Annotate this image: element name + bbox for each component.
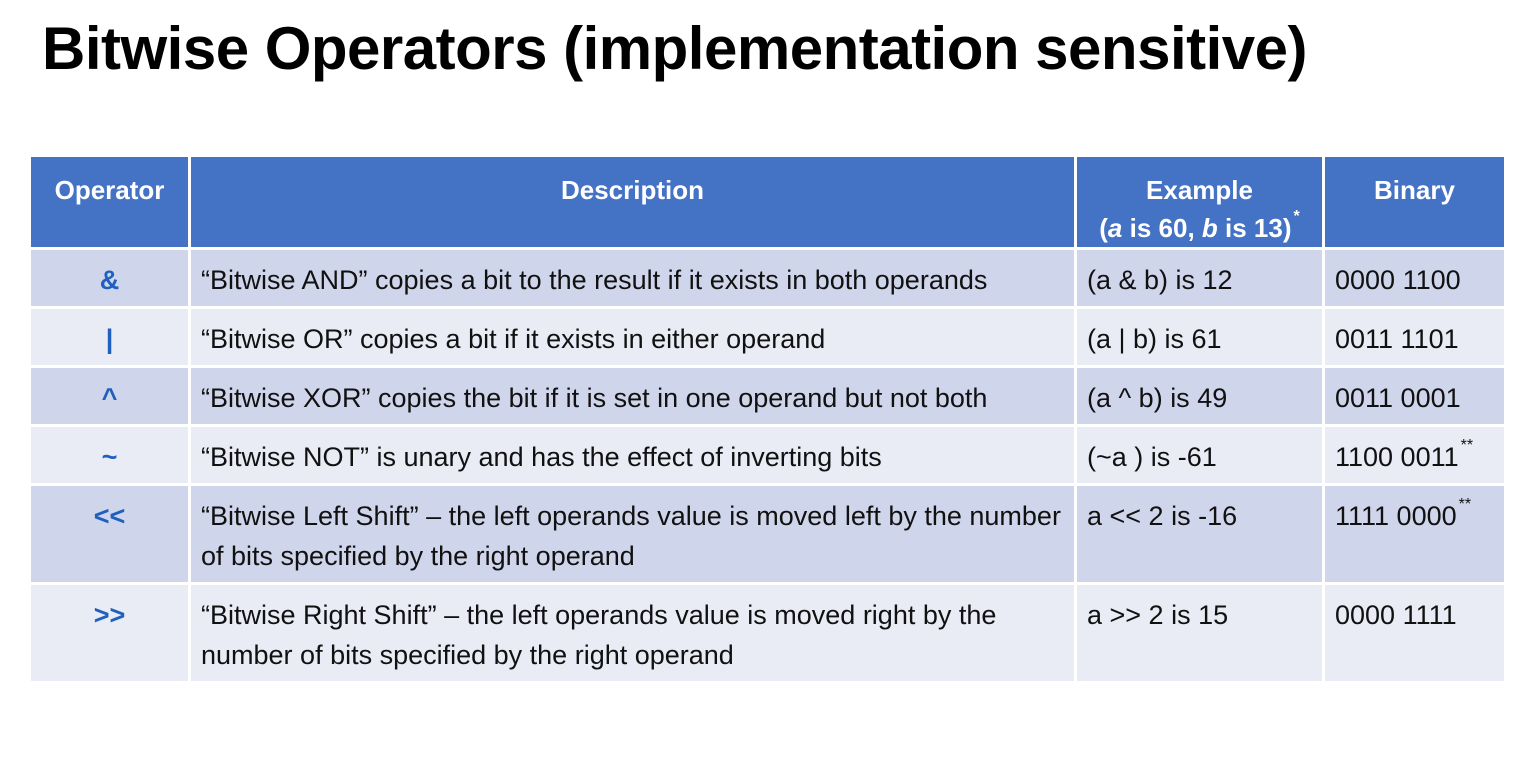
binary-cell-text: 0011 1101 — [1335, 324, 1459, 354]
description-cell-text: “Bitwise OR” copies a bit if it exists i… — [201, 324, 826, 354]
binary-cell: 0000 1100 — [1322, 247, 1507, 309]
description-cell-text: “Bitwise Right Shift” – the left operand… — [201, 600, 997, 670]
table-body: & “Bitwise AND” copies a bit to the resul… — [28, 247, 1507, 684]
description-cell: “Bitwise Right Shift” – the left operand… — [188, 582, 1077, 684]
description-cell: “Bitwise NOT” is unary and has the effec… — [188, 424, 1077, 486]
operator-cell-text: << — [93, 501, 126, 531]
description-cell: “Bitwise Left Shift” – the left operands… — [188, 483, 1077, 585]
binary-cell: 0011 1101 — [1322, 306, 1507, 368]
binary-cell-text: 0000 1100 — [1335, 265, 1461, 295]
operator-cell-text: | — [105, 324, 114, 354]
description-cell: “Bitwise AND” copies a bit to the result… — [188, 247, 1077, 309]
operator-cell-text: & — [99, 265, 120, 295]
example-cell: (a ^ b) is 49 — [1074, 365, 1325, 427]
binary-footnote-marker: ** — [1458, 496, 1472, 513]
binary-cell: 0000 1111 — [1322, 582, 1507, 684]
example-cell-text: (a ^ b) is 49 — [1087, 383, 1228, 413]
header-example-var-a: a — [1107, 213, 1123, 243]
header-operator: Operator — [28, 154, 191, 250]
binary-cell: 1111 0000 ** — [1322, 483, 1507, 585]
header-example-var-b: b — [1201, 213, 1218, 243]
header-example-note: (a is 60, b is 13) * — [1085, 209, 1314, 247]
table-header-row: Operator Description Example (a is 60, b… — [28, 154, 1507, 250]
table-row: << “Bitwise Left Shift” – the left operan… — [28, 483, 1507, 585]
example-cell-text: (~a ) is -61 — [1087, 442, 1217, 472]
binary-cell-text: 1100 0011 — [1335, 442, 1459, 472]
binary-cell-text: 0011 0001 — [1335, 383, 1461, 413]
table-row: ^ “Bitwise XOR” copies the bit if it is s… — [28, 365, 1507, 427]
operator-cell: ~ — [28, 424, 191, 486]
description-cell-text: “Bitwise Left Shift” – the left operands… — [201, 501, 1061, 571]
header-example-mid: is 60, — [1122, 213, 1202, 243]
table-row: >> “Bitwise Right Shift” – the left opera… — [28, 582, 1507, 684]
example-cell-text: (a & b) is 12 — [1087, 265, 1233, 295]
table-row: | “Bitwise OR” copies a bit if it exists … — [28, 306, 1507, 368]
operator-cell: & — [28, 247, 191, 309]
table-row: ~ “Bitwise NOT” is unary and has the effe… — [28, 424, 1507, 486]
table-row: & “Bitwise AND” copies a bit to the resul… — [28, 247, 1507, 309]
header-example-title: Example — [1146, 175, 1253, 205]
operators-table: Operator Description Example (a is 60, b… — [28, 154, 1507, 684]
binary-cell-text: 1111 0000 — [1335, 501, 1457, 531]
operator-cell-text: ^ — [101, 383, 118, 413]
example-cell-text: a >> 2 is 15 — [1087, 600, 1229, 630]
binary-cell: 0011 0001 — [1322, 365, 1507, 427]
header-description: Description — [188, 154, 1077, 250]
header-example-footnote-marker: * — [1293, 208, 1300, 225]
binary-footnote-marker: ** — [1460, 437, 1474, 454]
example-cell-text: (a | b) is 61 — [1087, 324, 1222, 354]
binary-cell-text: 0000 1111 — [1335, 600, 1457, 630]
slide-title: Bitwise Operators (implementation sensit… — [42, 15, 1307, 82]
description-cell-text: “Bitwise NOT” is unary and has the effec… — [201, 442, 882, 472]
description-cell: “Bitwise OR” copies a bit if it exists i… — [188, 306, 1077, 368]
header-example-open: ( — [1099, 213, 1108, 243]
example-cell-text: a << 2 is -16 — [1087, 501, 1238, 531]
example-cell: (~a ) is -61 — [1074, 424, 1325, 486]
description-cell: “Bitwise XOR” copies the bit if it is se… — [188, 365, 1077, 427]
example-cell: a << 2 is -16 — [1074, 483, 1325, 585]
operator-cell: << — [28, 483, 191, 585]
description-cell-text: “Bitwise XOR” copies the bit if it is se… — [201, 383, 988, 413]
binary-cell: 1100 0011 ** — [1322, 424, 1507, 486]
example-cell: (a & b) is 12 — [1074, 247, 1325, 309]
operator-cell-text: ~ — [101, 442, 118, 472]
operator-cell-text: >> — [93, 600, 126, 630]
operator-cell: >> — [28, 582, 191, 684]
operator-cell: | — [28, 306, 191, 368]
operator-cell: ^ — [28, 365, 191, 427]
example-cell: (a | b) is 61 — [1074, 306, 1325, 368]
description-cell-text: “Bitwise AND” copies a bit to the result… — [201, 265, 988, 295]
header-binary: Binary — [1322, 154, 1507, 250]
example-cell: a >> 2 is 15 — [1074, 582, 1325, 684]
header-example-close: is 13) — [1217, 213, 1292, 243]
header-example: Example (a is 60, b is 13) * — [1074, 154, 1325, 250]
